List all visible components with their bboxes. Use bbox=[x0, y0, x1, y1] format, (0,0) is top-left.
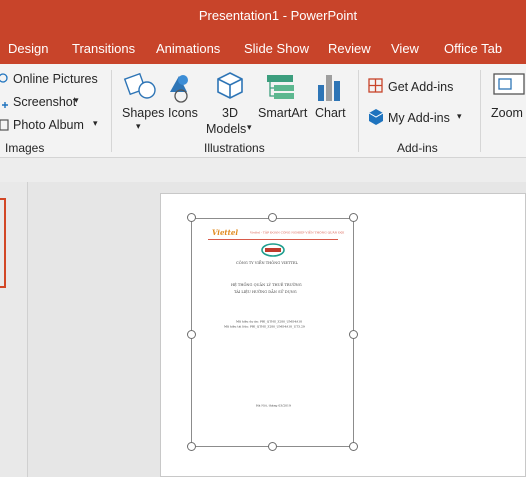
online-pictures-button[interactable]: Online Pictures bbox=[13, 72, 98, 86]
get-add-ins-button[interactable]: Get Add-ins bbox=[388, 80, 453, 94]
shapes-button[interactable]: Shapes bbox=[122, 106, 164, 120]
resize-handle-top-right[interactable] bbox=[349, 213, 358, 222]
chart-icon bbox=[318, 75, 340, 101]
my-add-ins-icon bbox=[368, 109, 384, 125]
document-company: CÔNG TY VIỄN THÔNG VIETTEL bbox=[236, 261, 298, 266]
icons-icon bbox=[170, 75, 188, 103]
chart-button[interactable]: Chart bbox=[315, 106, 346, 120]
window-title: Presentation1 - PowerPoint bbox=[198, 8, 358, 23]
shapes-icon bbox=[123, 72, 156, 99]
document-code2: Mã hiệu tài liệu: PBI_QTHS_3280_UMS4A18_… bbox=[224, 325, 305, 329]
3d-models-icon bbox=[217, 72, 243, 99]
screenshot-button[interactable]: Screenshot bbox=[13, 95, 76, 109]
selected-slide-thumbnail[interactable] bbox=[0, 198, 6, 288]
tab-slide-show[interactable]: Slide Show bbox=[244, 41, 309, 56]
resize-handle-top[interactable] bbox=[268, 213, 277, 222]
photo-album-button[interactable]: Photo Album bbox=[13, 118, 84, 132]
chevron-down-icon[interactable]: ▾ bbox=[93, 118, 98, 129]
3d-label-line1[interactable]: 3D bbox=[222, 106, 238, 120]
tab-animations[interactable]: Animations bbox=[156, 41, 220, 56]
document-code1: Mã hiệu dự án: PBI_QTHS_3280_UMS4A18 bbox=[236, 320, 303, 324]
photo-album-icon bbox=[0, 119, 9, 131]
title-bar: Presentation1 - PowerPoint bbox=[0, 0, 526, 34]
document-system-line1: HỆ THỐNG QUẢN LÝ THUÊ TRƯỜNG bbox=[231, 283, 302, 288]
document-header-rule bbox=[208, 239, 338, 240]
document-header-line: Viettel - TẬP ĐOÀN CÔNG NGHIỆP VIỄN THÔN… bbox=[250, 231, 345, 235]
group-divider bbox=[480, 70, 481, 152]
workspace-top-strip bbox=[0, 158, 526, 182]
inserted-picture[interactable]: Viettel Viettel - TẬP ĐOÀN CÔNG NGHIỆP V… bbox=[191, 218, 354, 447]
chevron-down-icon[interactable]: ▾ bbox=[457, 111, 462, 122]
group-label-illustrations: Illustrations bbox=[204, 141, 265, 155]
group-divider bbox=[111, 70, 112, 152]
document-system-line2: TÀI LIỆU HƯỚNG DẪN SỬ DỤNG bbox=[234, 290, 297, 295]
group-divider bbox=[358, 70, 359, 152]
resize-handle-bottom-right[interactable] bbox=[349, 442, 358, 451]
tab-office-tab[interactable]: Office Tab bbox=[444, 41, 502, 56]
my-add-ins-button[interactable]: My Add-ins bbox=[388, 111, 450, 125]
online-pictures-icon bbox=[0, 73, 8, 83]
get-add-ins-icon bbox=[368, 78, 383, 93]
resize-handle-right[interactable] bbox=[349, 330, 358, 339]
tab-review[interactable]: Review bbox=[328, 41, 371, 56]
resize-handle-left[interactable] bbox=[187, 330, 196, 339]
tab-transitions[interactable]: Transitions bbox=[72, 41, 135, 56]
resize-handle-bottom-left[interactable] bbox=[187, 442, 196, 451]
screenshot-icon bbox=[2, 102, 8, 108]
document-footer: Hà Nội, tháng 03/2019 bbox=[256, 404, 291, 408]
icons-button[interactable]: Icons bbox=[168, 106, 198, 120]
chevron-down-icon[interactable]: ▾ bbox=[247, 122, 252, 133]
zoom-button[interactable]: Zoom bbox=[491, 106, 523, 120]
company-logo-icon bbox=[261, 243, 285, 257]
zoom-icon bbox=[493, 73, 525, 95]
chevron-down-icon[interactable]: ▾ bbox=[136, 121, 141, 132]
smartart-icon bbox=[267, 75, 294, 99]
chevron-down-icon[interactable]: ▾ bbox=[74, 95, 79, 106]
document-brand-logo: Viettel bbox=[212, 228, 239, 237]
smartart-button[interactable]: SmartArt bbox=[258, 106, 307, 120]
tab-design[interactable]: Design bbox=[8, 41, 48, 56]
3d-models-button[interactable]: Models bbox=[206, 122, 246, 136]
resize-handle-top-left[interactable] bbox=[187, 213, 196, 222]
group-label-images: Images bbox=[5, 141, 45, 155]
group-label-add-ins: Add-ins bbox=[397, 141, 438, 155]
ribbon-tabs: Design Transitions Animations Slide Show… bbox=[0, 34, 526, 64]
tab-view[interactable]: View bbox=[391, 41, 419, 56]
resize-handle-bottom[interactable] bbox=[268, 442, 277, 451]
